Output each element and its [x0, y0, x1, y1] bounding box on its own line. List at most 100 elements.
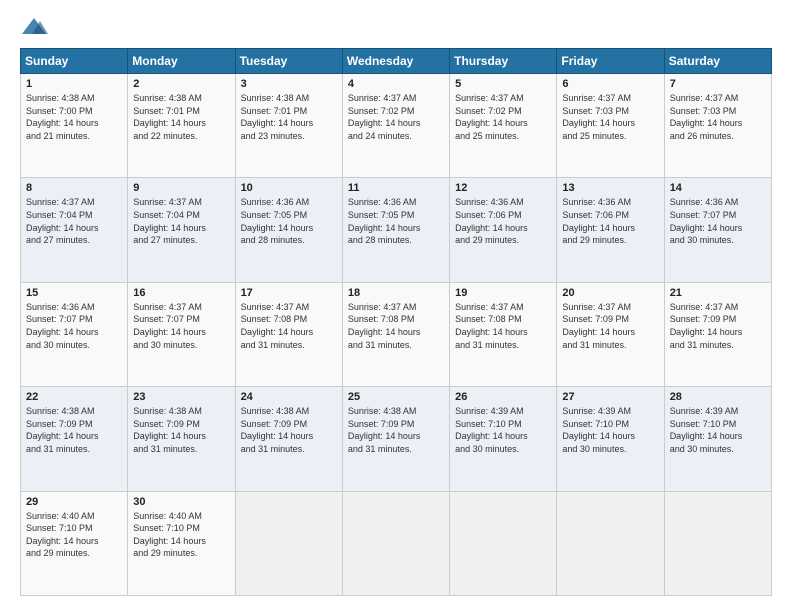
calendar-cell: 8Sunrise: 4:37 AM Sunset: 7:04 PM Daylig… — [21, 178, 128, 282]
calendar-cell — [450, 491, 557, 595]
day-number: 11 — [348, 182, 444, 194]
day-info: Sunrise: 4:38 AM Sunset: 7:09 PM Dayligh… — [26, 405, 122, 455]
calendar-cell: 3 Sunrise: 4:38 AM Sunset: 7:01 PM Daylig… — [235, 74, 342, 178]
calendar-cell: 26 Sunrise: 4:39 AM Sunset: 7:10 PM Dayli… — [450, 387, 557, 491]
calendar-cell: 24 Sunrise: 4:38 AM Sunset: 7:09 PM Dayli… — [235, 387, 342, 491]
day-info: Sunrise: 4:38 AM Sunset: 7:00 PM Dayligh… — [26, 92, 122, 142]
day-header-saturday: Saturday — [664, 49, 771, 74]
day-info: Sunrise: 4:38 AM Sunset: 7:09 PM Dayligh… — [133, 405, 229, 455]
day-info: Sunrise: 4:37 AM Sunset: 7:07 PM Dayligh… — [133, 301, 229, 351]
calendar-table: SundayMondayTuesdayWednesdayThursdayFrid… — [20, 48, 772, 596]
week-row-4: 22 Sunrise: 4:38 AM Sunset: 7:09 PM Dayli… — [21, 387, 772, 491]
day-number: 10 — [241, 182, 337, 194]
calendar-cell — [342, 491, 449, 595]
day-header-thursday: Thursday — [450, 49, 557, 74]
day-info: Sunrise: 4:36 AM Sunset: 7:05 PM Dayligh… — [241, 196, 337, 246]
calendar-cell: 15 Sunrise: 4:36 AM Sunset: 7:07 PM Dayli… — [21, 282, 128, 386]
day-number: 19 — [455, 287, 551, 299]
day-number: 2 — [133, 78, 229, 90]
day-info: Sunrise: 4:36 AM Sunset: 7:06 PM Dayligh… — [455, 196, 551, 246]
calendar-cell: 20Sunrise: 4:37 AM Sunset: 7:09 PM Dayli… — [557, 282, 664, 386]
day-number: 28 — [670, 391, 766, 403]
day-info: Sunrise: 4:38 AM Sunset: 7:01 PM Dayligh… — [241, 92, 337, 142]
day-number: 8 — [26, 182, 122, 194]
calendar-cell — [664, 491, 771, 595]
week-row-2: 8 Sunrise: 4:37 AM Sunset: 7:04 PM Daylig… — [21, 178, 772, 282]
calendar-cell: 13 Sunrise: 4:36 AM Sunset: 7:06 PM Dayli… — [557, 178, 664, 282]
day-number: 24 — [241, 391, 337, 403]
day-number: 12 — [455, 182, 551, 194]
calendar-cell: 17 Sunrise: 4:37 AM Sunset: 7:08 PM Dayli… — [235, 282, 342, 386]
calendar-cell: 23 Sunrise: 4:38 AM Sunset: 7:09 PM Dayli… — [128, 387, 235, 491]
day-info: Sunrise: 4:38 AM Sunset: 7:09 PM Dayligh… — [241, 405, 337, 455]
day-info: Sunrise: 4:37 AM Sunset: 7:02 PM Dayligh… — [348, 92, 444, 142]
week-row-1: 1 Sunrise: 4:38 AM Sunset: 7:00 PM Daylig… — [21, 74, 772, 178]
day-number: 15 — [26, 287, 122, 299]
day-info: Sunrise: 4:37 AM Sunset: 7:08 PM Dayligh… — [455, 301, 551, 351]
day-number: 26 — [455, 391, 551, 403]
day-info: Sunrise: 4:39 AM Sunset: 7:10 PM Dayligh… — [562, 405, 658, 455]
calendar-cell: 19 Sunrise: 4:37 AM Sunset: 7:08 PM Dayli… — [450, 282, 557, 386]
calendar-cell: 4 Sunrise: 4:37 AM Sunset: 7:02 PM Daylig… — [342, 74, 449, 178]
calendar-cell — [235, 491, 342, 595]
logo — [20, 16, 52, 38]
calendar-cell — [557, 491, 664, 595]
calendar-cell: 11 Sunrise: 4:36 AM Sunset: 7:05 PM Dayli… — [342, 178, 449, 282]
day-header-tuesday: Tuesday — [235, 49, 342, 74]
day-header-sunday: Sunday — [21, 49, 128, 74]
calendar-cell: 9 Sunrise: 4:37 AM Sunset: 7:04 PM Daylig… — [128, 178, 235, 282]
day-info: Sunrise: 4:36 AM Sunset: 7:06 PM Dayligh… — [562, 196, 658, 246]
calendar-cell: 29 Sunrise: 4:40 AM Sunset: 7:10 PM Dayli… — [21, 491, 128, 595]
day-number: 9 — [133, 182, 229, 194]
day-number: 3 — [241, 78, 337, 90]
day-number: 18 — [348, 287, 444, 299]
week-row-5: 29 Sunrise: 4:40 AM Sunset: 7:10 PM Dayli… — [21, 491, 772, 595]
day-header-wednesday: Wednesday — [342, 49, 449, 74]
day-info: Sunrise: 4:36 AM Sunset: 7:07 PM Dayligh… — [26, 301, 122, 351]
calendar-cell: 2Sunrise: 4:38 AM Sunset: 7:01 PM Daylig… — [128, 74, 235, 178]
day-header-monday: Monday — [128, 49, 235, 74]
day-info: Sunrise: 4:38 AM Sunset: 7:09 PM Dayligh… — [348, 405, 444, 455]
day-info: Sunrise: 4:37 AM Sunset: 7:02 PM Dayligh… — [455, 92, 551, 142]
calendar-cell: 18 Sunrise: 4:37 AM Sunset: 7:08 PM Dayli… — [342, 282, 449, 386]
day-info: Sunrise: 4:36 AM Sunset: 7:05 PM Dayligh… — [348, 196, 444, 246]
day-number: 29 — [26, 496, 122, 508]
logo-icon — [20, 16, 48, 38]
day-info: Sunrise: 4:37 AM Sunset: 7:04 PM Dayligh… — [133, 196, 229, 246]
day-info: Sunrise: 4:40 AM Sunset: 7:10 PM Dayligh… — [26, 510, 122, 560]
day-number: 16 — [133, 287, 229, 299]
day-number: 6 — [562, 78, 658, 90]
day-number: 7 — [670, 78, 766, 90]
calendar-cell: 14 Sunrise: 4:36 AM Sunset: 7:07 PM Dayli… — [664, 178, 771, 282]
day-number: 23 — [133, 391, 229, 403]
day-info: Sunrise: 4:37 AM Sunset: 7:03 PM Dayligh… — [670, 92, 766, 142]
day-number: 5 — [455, 78, 551, 90]
day-number: 17 — [241, 287, 337, 299]
calendar-cell: 25 Sunrise: 4:38 AM Sunset: 7:09 PM Dayli… — [342, 387, 449, 491]
day-number: 4 — [348, 78, 444, 90]
day-info: Sunrise: 4:37 AM Sunset: 7:08 PM Dayligh… — [241, 301, 337, 351]
day-info: Sunrise: 4:37 AM Sunset: 7:09 PM Dayligh… — [670, 301, 766, 351]
day-number: 30 — [133, 496, 229, 508]
day-number: 1 — [26, 78, 122, 90]
calendar-cell: 21 Sunrise: 4:37 AM Sunset: 7:09 PM Dayli… — [664, 282, 771, 386]
day-number: 14 — [670, 182, 766, 194]
calendar-cell: 10 Sunrise: 4:36 AM Sunset: 7:05 PM Dayli… — [235, 178, 342, 282]
day-number: 22 — [26, 391, 122, 403]
day-info: Sunrise: 4:36 AM Sunset: 7:07 PM Dayligh… — [670, 196, 766, 246]
days-header-row: SundayMondayTuesdayWednesdayThursdayFrid… — [21, 49, 772, 74]
day-header-friday: Friday — [557, 49, 664, 74]
day-number: 13 — [562, 182, 658, 194]
week-row-3: 15 Sunrise: 4:36 AM Sunset: 7:07 PM Dayli… — [21, 282, 772, 386]
calendar-cell: 7 Sunrise: 4:37 AM Sunset: 7:03 PM Daylig… — [664, 74, 771, 178]
calendar-cell: 28Sunrise: 4:39 AM Sunset: 7:10 PM Dayli… — [664, 387, 771, 491]
calendar-cell: 6Sunrise: 4:37 AM Sunset: 7:03 PM Daylig… — [557, 74, 664, 178]
day-number: 21 — [670, 287, 766, 299]
day-info: Sunrise: 4:37 AM Sunset: 7:08 PM Dayligh… — [348, 301, 444, 351]
calendar-cell: 30 Sunrise: 4:40 AM Sunset: 7:10 PM Dayli… — [128, 491, 235, 595]
day-info: Sunrise: 4:40 AM Sunset: 7:10 PM Dayligh… — [133, 510, 229, 560]
day-info: Sunrise: 4:39 AM Sunset: 7:10 PM Dayligh… — [455, 405, 551, 455]
day-number: 25 — [348, 391, 444, 403]
calendar-cell: 12 Sunrise: 4:36 AM Sunset: 7:06 PM Dayli… — [450, 178, 557, 282]
calendar-cell: 22 Sunrise: 4:38 AM Sunset: 7:09 PM Dayli… — [21, 387, 128, 491]
